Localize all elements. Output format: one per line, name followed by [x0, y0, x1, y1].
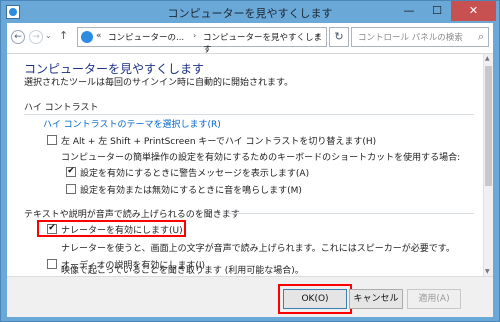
- dialog-button-bar: OK(O) キャンセル 適用(A): [7, 276, 493, 317]
- shortcut-note: コンピューターの簡単操作の設定を有効にするためのキーボードのショートカットを使用…: [61, 153, 461, 163]
- up-arrow-icon[interactable]: ↑: [59, 29, 68, 42]
- address-overflow-icon[interactable]: «: [96, 31, 102, 41]
- scroll-down-icon[interactable]: ▼: [485, 268, 490, 275]
- audio-description-checkbox[interactable]: [47, 259, 57, 269]
- breadcrumb-current-page[interactable]: コンピューターを見やすくします: [203, 31, 326, 55]
- address-bar[interactable]: « コンピューターの... › コンピューターを見やすくします ▾: [77, 27, 327, 55]
- maximize-icon[interactable]: ☐: [423, 1, 451, 21]
- recent-locations-icon[interactable]: ⌄: [45, 31, 52, 40]
- address-dropdown-icon[interactable]: ▾: [316, 32, 320, 40]
- minimize-icon[interactable]: —: [395, 1, 423, 21]
- title-bar[interactable]: コンピューターを見やすくします — ☐ ✕: [1, 1, 499, 23]
- high-contrast-hotkey-checkbox[interactable]: [47, 135, 57, 145]
- section-title-text-audio: テキストや説明が音声で読み上げられるのを聞きます: [24, 210, 240, 220]
- high-contrast-hotkey-label[interactable]: 左 Alt + 左 Shift + PrintScreen キーでハイ コントラ…: [61, 134, 376, 147]
- page-description: 選択されたツールは毎回のサインイン時に自動的に開始されます。: [24, 78, 294, 88]
- narrator-note: ナレーターを使うと、画面上の文字が音声で読み上げられます。これにはスピーカーが必…: [61, 244, 455, 254]
- section-divider: [227, 213, 474, 214]
- navigation-bar: ← → ⌄ ↑ « コンピューターの... › コンピューターを見やすくします …: [7, 23, 493, 55]
- sound-checkbox[interactable]: [66, 184, 76, 194]
- vertical-scrollbar[interactable]: ▲ ▼: [483, 54, 493, 276]
- back-arrow-icon[interactable]: ←: [11, 30, 25, 44]
- warning-message-label[interactable]: 設定を有効にするときに警告メッセージを表示します(A): [80, 166, 309, 179]
- cancel-button[interactable]: キャンセル: [349, 289, 403, 309]
- close-icon[interactable]: ✕: [451, 1, 496, 21]
- forward-arrow-icon[interactable]: →: [29, 30, 43, 44]
- search-icon[interactable]: ⌕: [478, 30, 484, 44]
- ease-of-access-icon: [81, 31, 93, 43]
- ok-button[interactable]: OK(O): [283, 289, 347, 309]
- window-client-area: ← → ⌄ ↑ « コンピューターの... › コンピューターを見やすくします …: [7, 23, 493, 317]
- narrator-checkbox[interactable]: ✔: [47, 224, 57, 234]
- high-contrast-theme-link[interactable]: ハイ コントラストのテーマを選択します(R): [43, 117, 221, 130]
- sound-label[interactable]: 設定を有効または無効にするときに音を鳴らします(M): [80, 183, 302, 196]
- scroll-thumb[interactable]: [485, 66, 492, 186]
- settings-content: コンピューターを見やすくします 選択されたツールは毎回のサインイン時に自動的に開…: [7, 54, 483, 274]
- window-frame: コンピューターを見やすくします — ☐ ✕ ← → ⌄ ↑ « コンピューターの…: [0, 0, 500, 322]
- apply-button[interactable]: 適用(A): [407, 289, 461, 309]
- narrator-label[interactable]: ナレーターを有効にします(U): [61, 223, 183, 236]
- breadcrumb-ease-of-access-center[interactable]: コンピューターの...: [108, 31, 184, 43]
- search-input[interactable]: コントロール パネルの検索 ⌕: [351, 27, 489, 47]
- section-title-high-contrast: ハイ コントラスト: [24, 103, 99, 113]
- audio-description-note: 映像で起こっていることを聞き取ります (利用可能な場合)。: [61, 266, 304, 276]
- search-placeholder: コントロール パネルの検索: [358, 33, 463, 43]
- scroll-up-icon[interactable]: ▲: [485, 55, 490, 62]
- section-divider: [24, 114, 474, 115]
- refresh-icon[interactable]: ↻: [329, 27, 349, 47]
- warning-message-checkbox[interactable]: ✔: [66, 167, 76, 177]
- breadcrumb-separator-icon[interactable]: ›: [193, 31, 196, 40]
